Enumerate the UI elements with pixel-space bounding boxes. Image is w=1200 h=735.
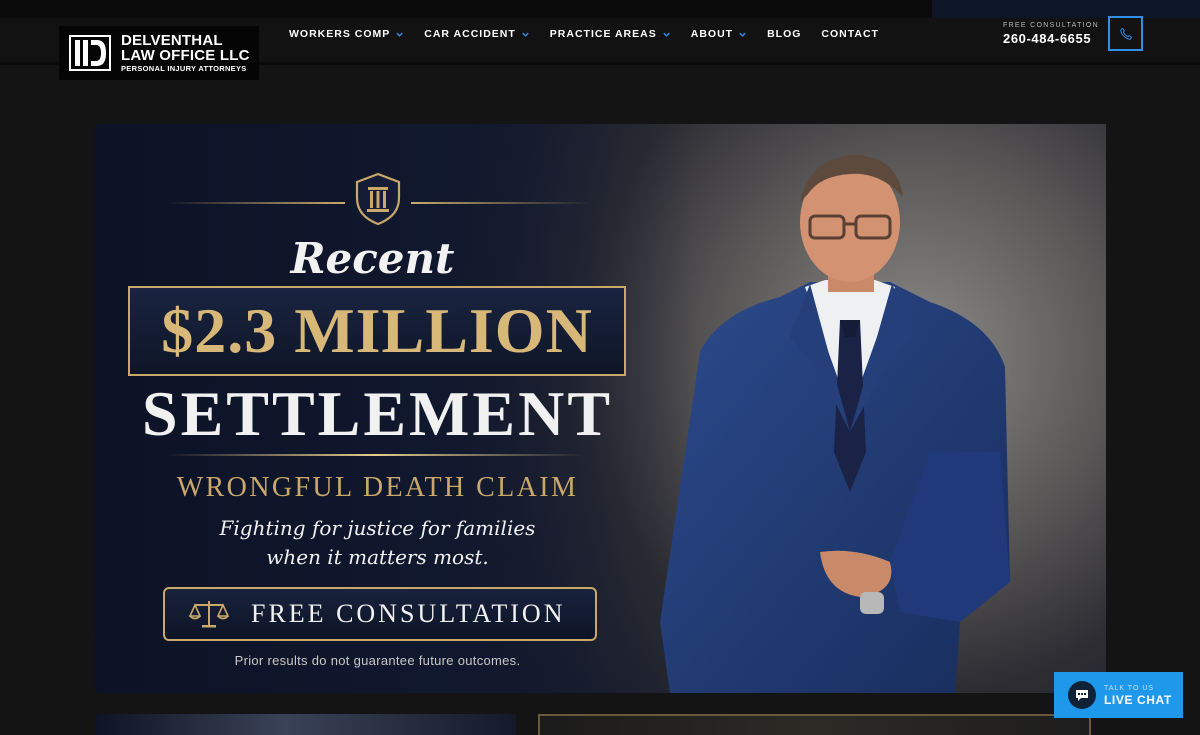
settlement-amount: $2.3 MILLION: [161, 295, 593, 366]
site-logo[interactable]: DELVENTHAL LAW OFFICE LLC PERSONAL INJUR…: [59, 26, 259, 80]
logo-line-3: PERSONAL INJURY ATTORNEYS: [121, 64, 247, 74]
nav-workers-comp[interactable]: WORKERS COMP: [289, 28, 404, 40]
hero-banner[interactable]: Recent $2.3 MILLION SETTLEMENT WRONGFUL …: [95, 124, 1106, 693]
nav-label: CONTACT: [821, 28, 879, 40]
nav-about[interactable]: ABOUT: [691, 28, 747, 40]
chat-bubble-icon: [1068, 681, 1096, 709]
nav-car-accident[interactable]: CAR ACCIDENT: [424, 28, 530, 40]
claim-type: WRONGFUL DEATH CLAIM: [176, 472, 579, 503]
logo-line-2: LAW OFFICE LLC: [121, 47, 250, 65]
consultation-label: FREE CONSULTATION: [1003, 22, 1099, 29]
hero-tagline: Fighting for justice for families when i…: [95, 514, 660, 572]
phone-icon: [1119, 27, 1132, 40]
content-card-1[interactable]: [95, 714, 516, 735]
nav-label: ABOUT: [690, 28, 734, 40]
settlement-amount-box: $2.3 MILLION: [128, 286, 626, 376]
live-chat-button[interactable]: TALK TO US LIVE CHAT: [1054, 672, 1183, 718]
hero-heading-small: Recent: [290, 234, 455, 283]
chevron-down-icon: [522, 32, 529, 37]
glow-divider: [165, 454, 585, 456]
nav-label: PRACTICE AREAS: [549, 28, 657, 40]
nav-blog[interactable]: BLOG: [767, 28, 801, 40]
logo-line-1: DELVENTHAL: [121, 32, 223, 50]
main-nav: WORKERS COMP CAR ACCIDENT PRACTICE AREAS…: [289, 28, 899, 40]
chat-main-label: LIVE CHAT: [1104, 692, 1172, 707]
tagline-line-1: Fighting for justice for families: [219, 516, 536, 540]
top-strip-accent: [932, 0, 1200, 18]
nav-practice-areas[interactable]: PRACTICE AREAS: [550, 28, 671, 40]
nav-label: WORKERS COMP: [289, 28, 391, 40]
divider-line: [165, 202, 345, 204]
chat-top-label: TALK TO US: [1104, 684, 1155, 692]
free-consultation-button[interactable]: FREE CONSULTATION: [163, 587, 597, 641]
divider-line: [411, 202, 591, 204]
cta-label: FREE CONSULTATION: [251, 599, 566, 628]
results-disclaimer: Prior results do not guarantee future ou…: [234, 653, 521, 668]
chevron-down-icon: [663, 32, 670, 37]
call-button[interactable]: [1108, 16, 1143, 51]
chevron-down-icon: [739, 32, 746, 37]
chevron-down-icon: [396, 32, 403, 37]
nav-contact[interactable]: CONTACT: [821, 28, 879, 40]
attorney-portrait: [660, 155, 1010, 693]
tagline-line-2: when it matters most.: [266, 545, 489, 569]
pillar-shield-icon: [355, 172, 401, 226]
nav-label: CAR ACCIDENT: [424, 28, 516, 40]
logo-mark-icon: [69, 35, 111, 71]
phone-number[interactable]: 260-484-6655: [1003, 31, 1091, 46]
hero-heading-large: SETTLEMENT: [141, 378, 614, 449]
top-strip: [0, 0, 1200, 18]
nav-label: BLOG: [767, 28, 802, 40]
content-card-2[interactable]: [538, 714, 1091, 735]
scales-icon: [189, 601, 229, 628]
